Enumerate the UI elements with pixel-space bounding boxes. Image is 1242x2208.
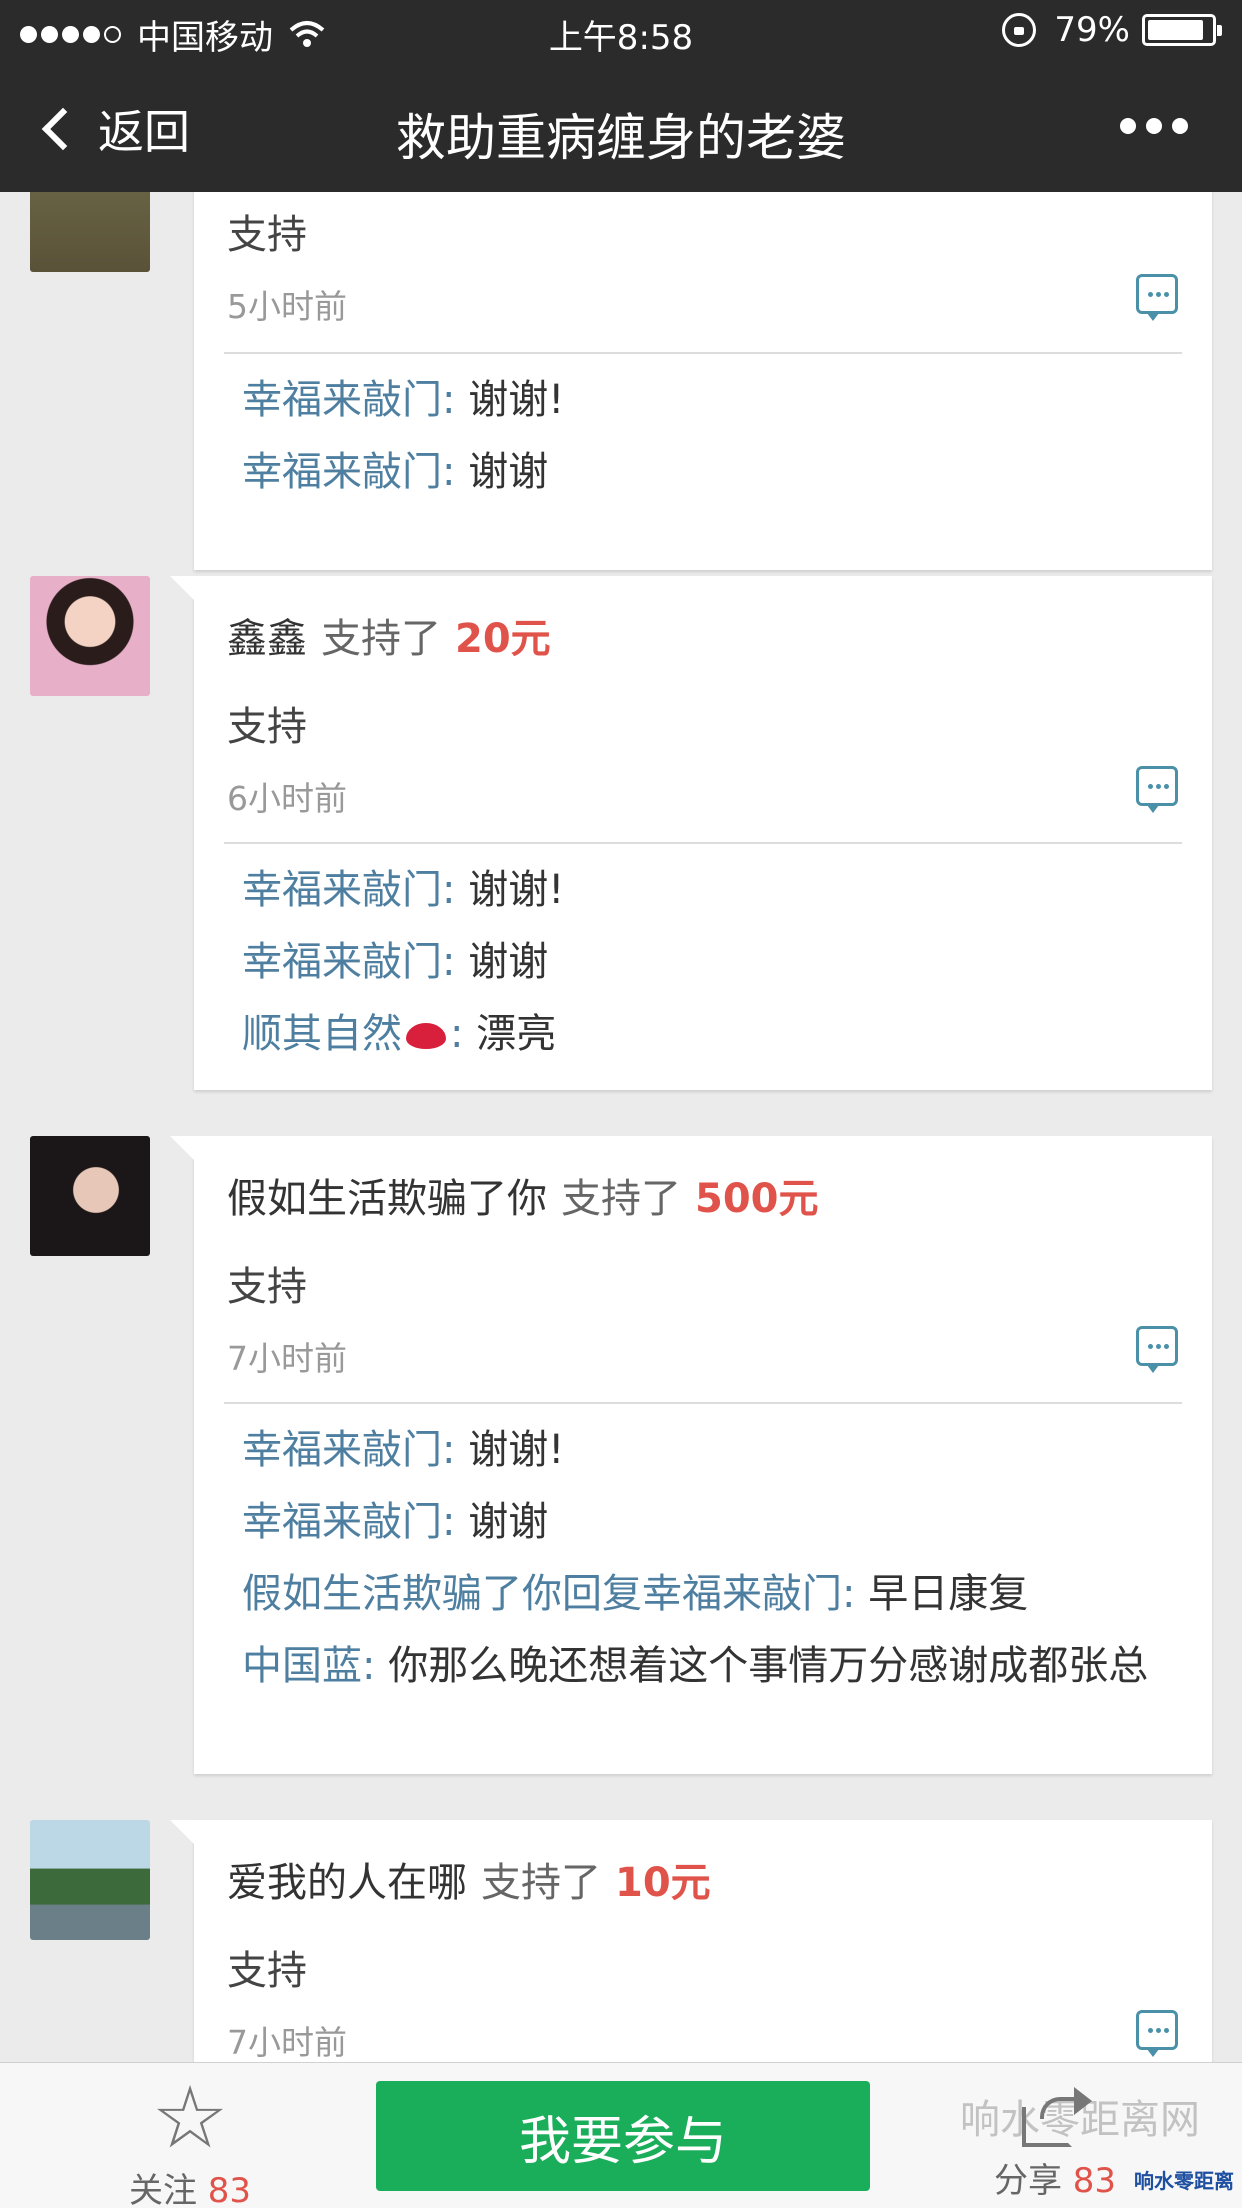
- support-card: 爱我的人在哪 支持了 10元 支持 7小时前: [170, 1820, 1212, 2062]
- comment-text: 谢谢: [455, 939, 549, 985]
- comment-text: 漂亮: [463, 1011, 557, 1057]
- comment-icon[interactable]: [1136, 2010, 1178, 2057]
- watermark-logo: 响水零距离: [1134, 2169, 1234, 2193]
- commenter-name[interactable]: 幸福来敲门:: [242, 1499, 455, 1545]
- comment-icon[interactable]: [1136, 1326, 1178, 1373]
- battery-percentage: 79%: [1054, 10, 1130, 50]
- support-card: 鑫鑫 支持了 20元 支持 6小时前 幸福来敲门: 谢谢! 幸福来敲门: 谢谢 顺其…: [170, 576, 1212, 1090]
- share-button[interactable]: 分享 83: [990, 2073, 1120, 2202]
- commenter-name[interactable]: 幸福来敲门:: [242, 1427, 455, 1473]
- avatar[interactable]: [30, 576, 150, 696]
- comment-item[interactable]: 幸福来敲门: 谢谢!: [242, 864, 1152, 916]
- follow-count: 83: [207, 2171, 252, 2208]
- divider: [224, 352, 1182, 354]
- support-amount: 20元: [455, 616, 551, 662]
- commenter-name[interactable]: 幸福来敲门:: [242, 377, 455, 423]
- support-card: 支持 5小时前 幸福来敲门: 谢谢! 幸福来敲门: 谢谢: [194, 192, 1212, 570]
- comment-item[interactable]: 假如生活欺骗了你回复幸福来敲门: 早日康复: [242, 1568, 1152, 1620]
- support-message: 支持: [227, 1264, 307, 1310]
- join-button[interactable]: 我要参与: [376, 2081, 870, 2191]
- comment-item[interactable]: 幸福来敲门: 谢谢: [242, 1496, 1152, 1548]
- lips-emoji-icon: [406, 1023, 446, 1049]
- support-card: 假如生活欺骗了你 支持了 500元 支持 7小时前 幸福来敲门: 谢谢! 幸福来敲门…: [170, 1136, 1212, 1774]
- comment-item[interactable]: 顺其自然: 漂亮: [242, 1008, 1152, 1060]
- avatar[interactable]: [30, 1136, 150, 1256]
- battery-icon: [1142, 14, 1222, 46]
- timestamp: 6小时前: [227, 779, 347, 818]
- comment-text: 谢谢: [455, 449, 549, 495]
- comment-item[interactable]: 幸福来敲门: 谢谢: [242, 936, 1152, 988]
- divider: [224, 1402, 1182, 1404]
- support-amount: 10元: [615, 1860, 711, 1906]
- commenter-name[interactable]: 顺其自然: [242, 1011, 402, 1057]
- more-options-icon[interactable]: [1110, 118, 1188, 134]
- page-title: 救助重病缠身的老婆: [396, 109, 846, 167]
- bottom-action-bar: ☆ 关注 83 我要参与 响水零距离网 分享 83 响水零距离: [0, 2062, 1242, 2208]
- support-header: 假如生活欺骗了你 支持了 500元: [227, 1166, 819, 1224]
- supporter-name[interactable]: 假如生活欺骗了你: [227, 1176, 547, 1222]
- comment-item[interactable]: 幸福来敲门: 谢谢!: [242, 1424, 1152, 1476]
- supporter-name[interactable]: 爱我的人在哪: [227, 1860, 467, 1906]
- timestamp: 5小时前: [227, 287, 347, 326]
- share-count: 83: [1072, 2161, 1117, 2201]
- name-suffix: :: [450, 1011, 464, 1057]
- rotation-lock-icon: [1002, 13, 1037, 47]
- comment-item[interactable]: 幸福来敲门: 谢谢!: [242, 374, 1152, 426]
- comment-text: 你那么晚还想着这个事情万分感谢成都张总: [375, 1643, 1149, 1689]
- navigation-bar: 返回 救助重病缠身的老婆: [0, 62, 1242, 192]
- support-header: 鑫鑫 支持了 20元: [227, 606, 551, 664]
- support-message: 支持: [227, 212, 307, 258]
- share-icon: [1020, 2087, 1092, 2147]
- comment-item[interactable]: 幸福来敲门: 谢谢: [242, 446, 1152, 498]
- comment-text: 谢谢!: [455, 1427, 565, 1473]
- share-label: 分享: [993, 2161, 1062, 2201]
- commenter-name[interactable]: 幸福来敲门:: [242, 867, 455, 913]
- comment-text: 早日康复: [855, 1571, 1029, 1617]
- comment-text: 谢谢: [455, 1499, 549, 1545]
- divider: [224, 842, 1182, 844]
- timestamp: 7小时前: [227, 1339, 347, 1378]
- timestamp: 7小时前: [227, 2023, 347, 2062]
- commenter-name[interactable]: 中国蓝:: [242, 1643, 375, 1689]
- commenter-name[interactable]: 幸福来敲门:: [242, 449, 455, 495]
- status-bar: 中国移动 上午8:58 79%: [0, 0, 1242, 62]
- avatar[interactable]: [30, 192, 150, 272]
- commenter-name[interactable]: 假如生活欺骗了你回复幸福来敲门:: [242, 1571, 855, 1617]
- commenter-name[interactable]: 幸福来敲门:: [242, 939, 455, 985]
- comment-item[interactable]: 中国蓝: 你那么晚还想着这个事情万分感谢成都张总: [242, 1640, 1152, 1692]
- comment-text: 谢谢!: [455, 377, 565, 423]
- comment-text: 谢谢!: [455, 867, 565, 913]
- support-amount: 500元: [695, 1176, 819, 1222]
- support-verb: 支持了: [561, 1176, 681, 1222]
- supporter-name[interactable]: 鑫鑫: [227, 616, 307, 662]
- avatar[interactable]: [30, 1820, 150, 1940]
- comment-icon[interactable]: [1136, 766, 1178, 813]
- comment-icon[interactable]: [1136, 274, 1178, 321]
- support-header: 爱我的人在哪 支持了 10元: [227, 1850, 711, 1908]
- follow-label: 关注: [128, 2171, 197, 2208]
- support-message: 支持: [227, 1948, 307, 1994]
- follow-button[interactable]: ☆ 关注 83: [120, 2073, 260, 2208]
- support-feed[interactable]: 支持 5小时前 幸福来敲门: 谢谢! 幸福来敲门: 谢谢 鑫鑫 支持了 20元 支持…: [0, 192, 1242, 2062]
- star-icon: ☆: [151, 2068, 229, 2168]
- support-verb: 支持了: [321, 616, 441, 662]
- support-verb: 支持了: [481, 1860, 601, 1906]
- support-message: 支持: [227, 704, 307, 750]
